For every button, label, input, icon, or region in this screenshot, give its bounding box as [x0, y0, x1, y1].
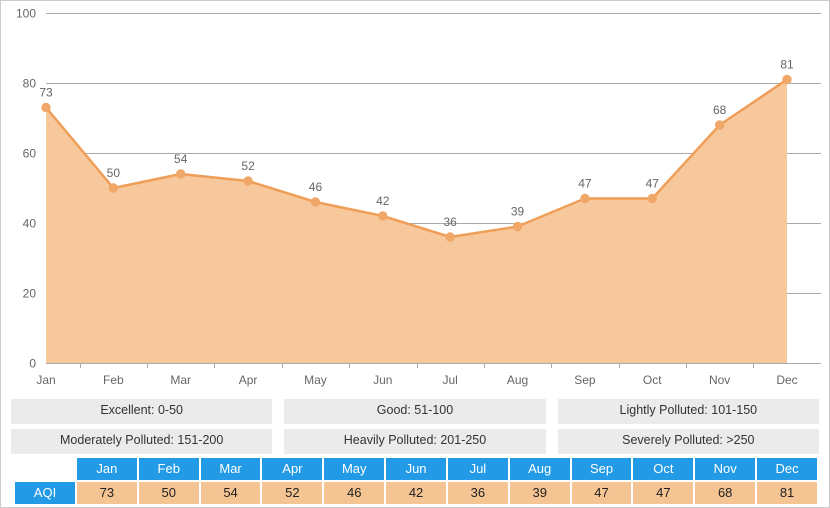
legend-item-good[interactable]: Good: 51-100: [284, 399, 546, 424]
svg-text:Dec: Dec: [776, 373, 797, 387]
svg-text:Aug: Aug: [507, 373, 528, 387]
legend-item-severely-polluted[interactable]: Severely Polluted: >250: [557, 428, 819, 454]
table-header-jul: Jul: [447, 458, 508, 480]
svg-text:0: 0: [29, 357, 36, 371]
table-header-sep: Sep: [571, 458, 632, 480]
table-value-dec: 81: [757, 482, 817, 504]
svg-text:36: 36: [444, 215, 458, 229]
svg-text:40: 40: [23, 217, 37, 231]
table-header-dec: Dec: [757, 458, 817, 480]
svg-text:60: 60: [23, 147, 37, 161]
table-header-feb: Feb: [138, 458, 199, 480]
svg-text:47: 47: [646, 177, 660, 191]
svg-text:54: 54: [174, 152, 188, 166]
svg-text:Feb: Feb: [103, 373, 124, 387]
table-header-apr: Apr: [262, 458, 323, 480]
svg-text:68: 68: [713, 103, 727, 117]
table-value-may: 46: [324, 482, 385, 504]
table-header-nov: Nov: [695, 458, 756, 480]
svg-text:Jun: Jun: [373, 373, 392, 387]
table-value-oct: 47: [633, 482, 694, 504]
table-value-aug: 39: [509, 482, 570, 504]
svg-text:May: May: [304, 373, 327, 387]
legend-row-1: Excellent: 0-50 Good: 51-100 Lightly Pol…: [11, 399, 819, 424]
svg-text:80: 80: [23, 77, 37, 91]
svg-text:Apr: Apr: [239, 373, 258, 387]
table-header-jan: Jan: [77, 458, 137, 480]
svg-text:50: 50: [107, 166, 121, 180]
aqi-area-chart: 0 20 40 60 80 100 73 50 54 52 46 42 36 39 47 47 68 81 Jan F…: [16, 7, 821, 387]
svg-text:42: 42: [376, 194, 390, 208]
svg-text:73: 73: [39, 86, 53, 100]
svg-text:52: 52: [241, 159, 255, 173]
legend-item-heavily-polluted[interactable]: Heavily Polluted: 201-250: [284, 428, 546, 454]
table-row: AQI 73 50 54 52 46 42 36 39 47 47 68 81: [15, 482, 817, 504]
table-value-jun: 42: [386, 482, 446, 504]
table-value-apr: 52: [262, 482, 323, 504]
svg-text:Nov: Nov: [709, 373, 730, 387]
legend-item-excellent[interactable]: Excellent: 0-50: [11, 399, 273, 424]
svg-text:20: 20: [23, 287, 37, 301]
table-header-oct: Oct: [633, 458, 694, 480]
table-value-nov: 68: [695, 482, 756, 504]
svg-text:47: 47: [578, 177, 592, 191]
aqi-category-legend: Excellent: 0-50 Good: 51-100 Lightly Pol…: [1, 395, 829, 459]
aqi-data-table: Jan Feb Mar Apr May Jun Jul Aug Sep Oct …: [13, 456, 819, 506]
table-header-may: May: [324, 458, 385, 480]
svg-text:Mar: Mar: [170, 373, 191, 387]
table-header-jun: Jun: [386, 458, 446, 480]
legend-row-2: Moderately Polluted: 151-200 Heavily Pol…: [11, 428, 819, 454]
svg-text:Jul: Jul: [443, 373, 458, 387]
table-row-label-aqi: AQI: [15, 482, 75, 504]
table-value-mar: 54: [200, 482, 261, 504]
aqi-chart-widget: 0 20 40 60 80 100 73 50 54 52 46 42 36 39 47 47 68 81 Jan F…: [0, 0, 830, 508]
table-value-sep: 47: [571, 482, 632, 504]
chart-plot-area: 0 20 40 60 80 100 73 50 54 52 46 42 36 39 47 47 68 81 Jan F…: [1, 1, 829, 393]
svg-text:Jan: Jan: [36, 373, 55, 387]
table-value-jul: 36: [447, 482, 508, 504]
legend-item-lightly-polluted[interactable]: Lightly Polluted: 101-150: [557, 399, 819, 424]
svg-text:100: 100: [16, 7, 36, 21]
table-value-feb: 50: [138, 482, 199, 504]
table-header-aug: Aug: [509, 458, 570, 480]
svg-text:Sep: Sep: [574, 373, 596, 387]
table-header-mar: Mar: [200, 458, 261, 480]
svg-text:39: 39: [511, 205, 525, 219]
table-value-jan: 73: [77, 482, 137, 504]
legend-item-moderately-polluted[interactable]: Moderately Polluted: 151-200: [11, 428, 273, 454]
svg-text:81: 81: [780, 58, 794, 72]
svg-text:Oct: Oct: [643, 373, 662, 387]
table-corner-cell: [15, 458, 75, 480]
table-header-row: Jan Feb Mar Apr May Jun Jul Aug Sep Oct …: [15, 458, 817, 480]
svg-text:46: 46: [309, 180, 323, 194]
